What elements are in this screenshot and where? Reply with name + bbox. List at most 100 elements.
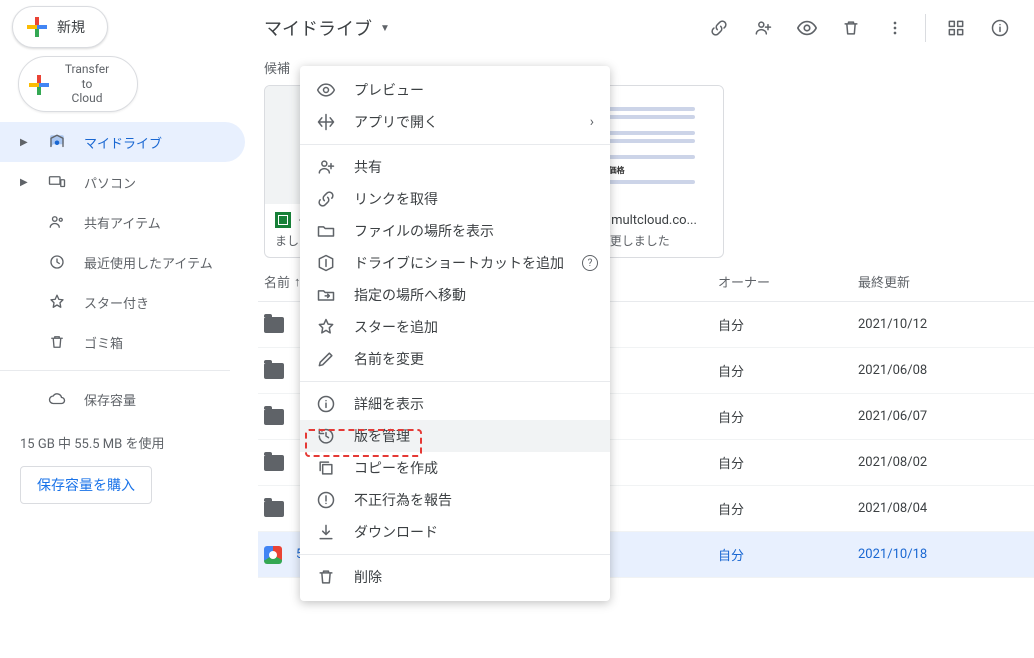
transfer-to-cloud-button[interactable]: TransfertoCloud	[18, 56, 138, 112]
trash-icon	[316, 567, 336, 587]
menu-preview[interactable]: プレビュー	[300, 74, 610, 106]
storage-usage: 15 GB 中 55.5 MB を使用	[20, 433, 229, 452]
cloud-icon	[48, 390, 66, 408]
menu-share[interactable]: 共有	[300, 151, 610, 183]
column-modified[interactable]: 最終更新	[858, 272, 1028, 291]
breadcrumb[interactable]: マイドライブ ▼	[258, 15, 697, 41]
image-icon	[264, 546, 282, 564]
warning-icon	[316, 490, 336, 510]
grid-view-button[interactable]	[934, 6, 978, 50]
owner: 自分	[718, 407, 858, 426]
sidebar-item-shared[interactable]: 共有アイテム	[0, 202, 245, 242]
preview-button[interactable]	[785, 6, 829, 50]
info-icon	[316, 394, 336, 414]
sidebar-item-computers[interactable]: ▶ パソコン	[0, 162, 245, 202]
separator	[300, 554, 610, 555]
nav-label: マイドライブ	[84, 133, 162, 152]
move-to-icon	[316, 285, 336, 305]
folder-icon	[316, 221, 336, 241]
nav-label: 最近使用したアイテム	[84, 253, 213, 272]
help-icon[interactable]: ?	[582, 255, 598, 271]
breadcrumb-label: マイドライブ	[264, 15, 372, 41]
owner: 自分	[718, 315, 858, 334]
modified-date: 2021/08/04	[858, 501, 1028, 516]
nav-label: ゴミ箱	[84, 333, 123, 352]
transfer-label: TransfertoCloud	[65, 62, 109, 105]
sidebar: 新規 TransfertoCloud ▶ マイドライブ ▶ パソコン 共有アイテ…	[0, 0, 245, 658]
eye-icon	[316, 80, 336, 100]
menu-manage-versions[interactable]: 版を管理	[300, 420, 610, 452]
new-button[interactable]: 新規	[12, 6, 108, 48]
folder-icon	[264, 409, 284, 425]
star-icon	[316, 317, 336, 337]
sidebar-item-recent[interactable]: 最近使用したアイテム	[0, 242, 245, 282]
toolbar	[697, 6, 1034, 50]
menu-open-with[interactable]: アプリで開く›	[300, 106, 610, 138]
owner: 自分	[718, 499, 858, 518]
sidebar-item-starred[interactable]: スター付き	[0, 282, 245, 322]
menu-delete[interactable]: 削除	[300, 561, 610, 593]
new-label: 新規	[57, 17, 85, 37]
menu-rename[interactable]: 名前を変更	[300, 343, 610, 375]
menu-make-copy[interactable]: コピーを作成	[300, 452, 610, 484]
separator	[300, 144, 610, 145]
sidebar-item-my-drive[interactable]: ▶ マイドライブ	[0, 122, 245, 162]
trash-icon	[48, 333, 66, 351]
nav-label: スター付き	[84, 293, 149, 312]
copy-icon	[316, 458, 336, 478]
column-owner[interactable]: オーナー	[718, 272, 858, 291]
menu-download[interactable]: ダウンロード	[300, 516, 610, 548]
sidebar-item-trash[interactable]: ゴミ箱	[0, 322, 245, 362]
storage-block: 15 GB 中 55.5 MB を使用 保存容量を購入	[0, 419, 245, 504]
separator	[300, 381, 610, 382]
menu-add-star[interactable]: スターを追加	[300, 311, 610, 343]
modified-date: 2021/08/02	[858, 455, 1028, 470]
divider	[0, 370, 230, 371]
more-button[interactable]	[873, 6, 917, 50]
buy-storage-button[interactable]: 保存容量を購入	[20, 466, 152, 504]
menu-report-abuse[interactable]: 不正行為を報告	[300, 484, 610, 516]
header: マイドライブ ▼	[258, 0, 1034, 56]
modified-date: 2021/06/07	[858, 409, 1028, 424]
modified-date: 2021/10/12	[858, 317, 1028, 332]
modified-date: 2021/10/18	[858, 547, 1028, 562]
menu-get-link[interactable]: リンクを取得	[300, 183, 610, 215]
people-icon	[48, 213, 66, 231]
star-icon	[48, 293, 66, 311]
folder-icon	[264, 363, 284, 379]
download-icon	[316, 522, 336, 542]
menu-add-shortcut[interactable]: ドライブにショートカットを追加?	[300, 247, 610, 279]
sheet-icon	[275, 212, 291, 228]
add-user-button[interactable]	[741, 6, 785, 50]
info-button[interactable]	[978, 6, 1022, 50]
nav: ▶ マイドライブ ▶ パソコン 共有アイテム 最近使用したアイテム スター付き	[0, 122, 245, 362]
nav-label: 共有アイテム	[84, 213, 161, 232]
add-user-icon	[316, 157, 336, 177]
folder-icon	[264, 455, 284, 471]
chevron-right-icon: ›	[590, 114, 594, 130]
drive-icon	[48, 133, 66, 151]
menu-move-to[interactable]: 指定の場所へ移動	[300, 279, 610, 311]
history-icon	[316, 426, 336, 446]
caret-down-icon: ▼	[380, 23, 390, 34]
delete-button[interactable]	[829, 6, 873, 50]
owner: 自分	[718, 361, 858, 380]
divider	[925, 14, 926, 42]
storage-label: 保存容量	[84, 390, 136, 409]
folder-icon	[264, 317, 284, 333]
context-menu: プレビュー アプリで開く› 共有 リンクを取得 ファイルの場所を表示 ドライブに…	[300, 66, 610, 601]
link-icon	[316, 189, 336, 209]
modified-date: 2021/06/08	[858, 363, 1028, 378]
nav-label: パソコン	[84, 173, 136, 192]
move-icon	[316, 112, 336, 132]
menu-details[interactable]: 詳細を表示	[300, 388, 610, 420]
devices-icon	[48, 173, 66, 191]
plus-icon	[29, 75, 49, 95]
owner: 自分	[718, 453, 858, 472]
expand-icon[interactable]: ▶	[20, 177, 30, 188]
get-link-button[interactable]	[697, 6, 741, 50]
plus-icon	[27, 17, 47, 37]
expand-icon[interactable]: ▶	[20, 137, 30, 148]
sidebar-item-storage[interactable]: 保存容量	[0, 379, 245, 419]
menu-show-location[interactable]: ファイルの場所を表示	[300, 215, 610, 247]
